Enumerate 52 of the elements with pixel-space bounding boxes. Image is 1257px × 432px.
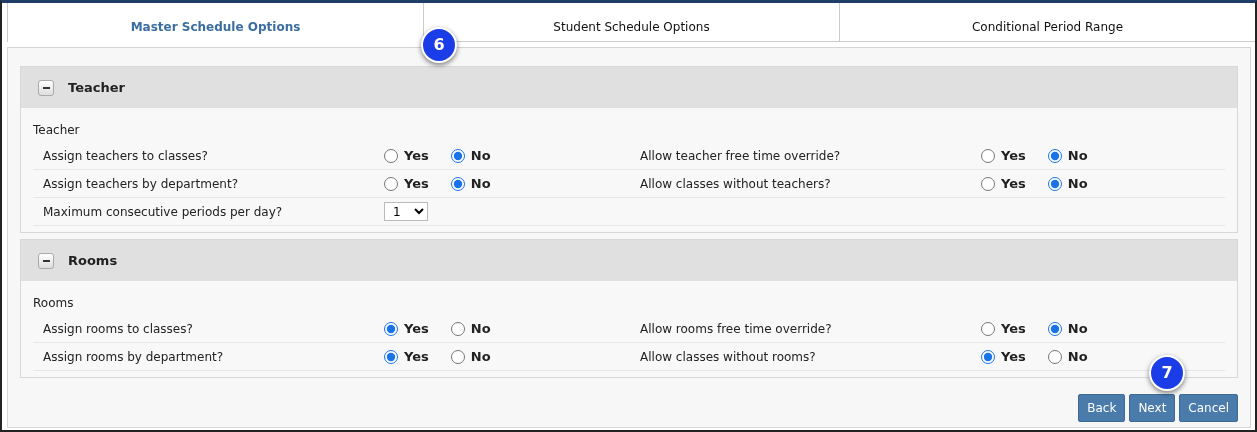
option-label: No <box>470 146 491 165</box>
radio-button[interactable] <box>981 176 995 191</box>
question-label: Assign rooms by department? <box>42 348 225 366</box>
option-label: Yes <box>1001 146 1026 165</box>
option-label: No <box>470 347 491 366</box>
option-label: Yes <box>1001 174 1026 193</box>
radio-button[interactable] <box>1047 321 1062 336</box>
radio-button[interactable] <box>384 321 398 336</box>
number-select[interactable]: 1 <box>384 202 428 221</box>
radio-button[interactable] <box>450 349 465 364</box>
radio-button[interactable] <box>384 176 398 191</box>
radio-button[interactable] <box>450 148 465 163</box>
radio-button[interactable] <box>1047 349 1062 364</box>
radio-button[interactable] <box>981 349 995 364</box>
option-label: No <box>470 319 491 338</box>
option-label: Yes <box>404 319 429 338</box>
question-label: Allow classes without teachers? <box>639 175 832 193</box>
radio-button[interactable] <box>450 176 465 191</box>
option-label: Yes <box>404 146 429 165</box>
radio-button[interactable] <box>450 321 465 336</box>
section-title: Teacher <box>68 78 125 97</box>
collapse-toggle[interactable] <box>38 252 54 269</box>
option-label: No <box>1067 174 1088 193</box>
question-label: Allow classes without rooms? <box>639 348 817 366</box>
tab[interactable]: Conditional Period Range <box>839 3 1255 42</box>
option-label: Yes <box>1001 347 1026 366</box>
action-button[interactable]: Back <box>1078 394 1126 422</box>
collapse-toggle[interactable] <box>38 79 54 96</box>
question-label: Allow rooms free time override? <box>639 320 833 338</box>
question-label: Maximum consecutive periods per day? <box>42 203 284 221</box>
question-label: Assign rooms to classes? <box>42 320 194 338</box>
radio-button[interactable] <box>384 349 398 364</box>
option-label: Yes <box>404 174 429 193</box>
group-label: Rooms <box>33 295 75 312</box>
action-button[interactable]: Cancel <box>1179 394 1238 422</box>
question-label: Allow teacher free time override? <box>639 147 842 165</box>
radio-button[interactable] <box>384 148 398 163</box>
radio-button[interactable] <box>1047 148 1062 163</box>
option-label: No <box>1067 319 1088 338</box>
option-label: No <box>1067 146 1088 165</box>
option-label: Yes <box>1001 319 1026 338</box>
option-label: Yes <box>404 347 429 366</box>
group-label: Teacher <box>33 122 81 139</box>
section-title: Rooms <box>68 251 118 270</box>
option-label: No <box>1067 347 1088 366</box>
radio-button[interactable] <box>981 321 995 336</box>
option-label: No <box>470 174 491 193</box>
action-button[interactable]: Next <box>1129 394 1176 422</box>
question-label: Assign teachers by department? <box>42 175 239 193</box>
question-label: Assign teachers to classes? <box>42 147 209 165</box>
radio-button[interactable] <box>981 148 995 163</box>
radio-button[interactable] <box>1047 176 1062 191</box>
